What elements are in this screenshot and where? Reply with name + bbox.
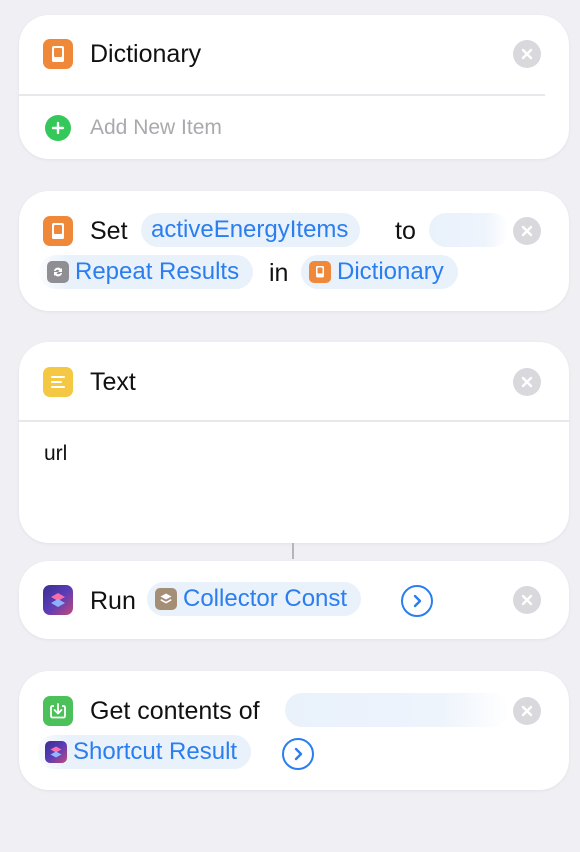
get-contents-action-card[interactable]: Get contents of Shortcut Result [19, 671, 569, 790]
dictionary-token[interactable]: Dictionary [301, 255, 458, 289]
variable-name-text: activeEnergyItems [151, 216, 349, 243]
close-icon[interactable] [513, 40, 541, 68]
dictionary-title: Dictionary [90, 40, 202, 68]
run-label: Run [90, 587, 136, 615]
shortcuts-icon [45, 741, 67, 763]
add-new-item-button[interactable]: Add New Item [90, 116, 222, 140]
repeat-results-token[interactable]: Repeat Results [39, 255, 254, 289]
text-title: Text [90, 368, 136, 396]
get-contents-label: Get contents of [90, 697, 260, 725]
url-placeholder-field[interactable] [285, 693, 509, 727]
connector-line [292, 543, 294, 559]
close-icon[interactable] [513, 368, 541, 396]
value-placeholder-field[interactable] [429, 213, 509, 247]
close-icon[interactable] [513, 697, 541, 725]
close-icon[interactable] [513, 217, 541, 245]
run-shortcut-action-card[interactable]: Run Collector Const [19, 561, 569, 639]
chevron-right-icon[interactable] [401, 585, 433, 617]
download-icon [43, 696, 73, 726]
variable-name-token[interactable]: activeEnergyItems [141, 213, 361, 247]
dictionary-action-card[interactable]: Dictionary Add New Item [19, 15, 569, 159]
add-circle-icon[interactable] [45, 115, 71, 141]
set-variable-action-card[interactable]: Set activeEnergyItems to Repeat Results … [19, 191, 569, 311]
divider [19, 420, 569, 422]
shortcuts-icon [43, 585, 73, 615]
dictionary-token-text: Dictionary [337, 258, 444, 285]
shortcut-token-text: Collector Const [183, 585, 348, 612]
shortcut-result-text: Shortcut Result [73, 738, 238, 765]
book-icon [43, 39, 73, 69]
to-label: to [395, 217, 416, 245]
close-icon[interactable] [513, 586, 541, 614]
chevron-right-icon[interactable] [282, 738, 314, 770]
repeat-icon [47, 261, 69, 283]
text-action-card[interactable]: Text url [19, 342, 569, 543]
repeat-results-text: Repeat Results [75, 258, 240, 285]
layers-icon [155, 588, 177, 610]
divider [19, 94, 545, 96]
book-icon [309, 261, 331, 283]
text-content-field[interactable]: url [44, 442, 67, 466]
set-label: Set [90, 217, 128, 245]
book-icon [43, 216, 73, 246]
text-lines-icon [43, 367, 73, 397]
in-label: in [269, 259, 289, 287]
shortcut-result-token[interactable]: Shortcut Result [37, 735, 252, 769]
shortcut-token[interactable]: Collector Const [147, 582, 362, 616]
